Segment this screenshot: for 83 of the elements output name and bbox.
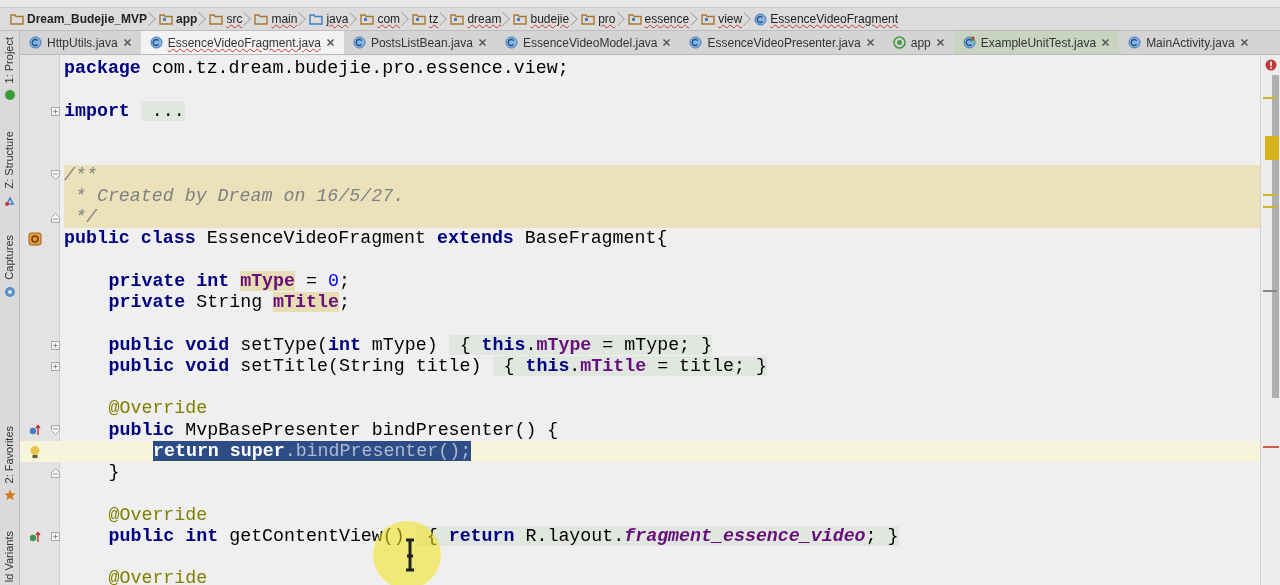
code-line: package com.tz.dream.budejie.pro.essence.view;	[64, 58, 569, 80]
breadcrumb-item[interactable]: app	[157, 8, 208, 30]
fold-marker-icon[interactable]	[50, 107, 60, 116]
tool-window-button[interactable]: 2: Favorites	[1, 425, 18, 484]
file-tab[interactable]: app	[883, 31, 954, 54]
tool-window-button[interactable]: Z: Structure	[1, 131, 18, 189]
code-line: public void setTitle(String title) { this.mTitle = title; }	[108, 355, 767, 378]
star-icon	[3, 489, 16, 502]
breadcrumb-item[interactable]: dream	[448, 8, 512, 30]
module-icon	[892, 36, 906, 49]
breadcrumb-item[interactable]: java	[307, 8, 359, 30]
tool-window-button[interactable]: Captures	[1, 234, 18, 280]
tool-window-button[interactable]: 1: Project	[1, 37, 18, 84]
close-icon[interactable]	[662, 38, 672, 47]
close-icon[interactable]	[477, 38, 487, 47]
code-line: private String mTitle;	[108, 292, 350, 314]
class-icon	[29, 36, 42, 49]
code-line: private int mType = 0;	[108, 270, 350, 293]
breadcrumb-item[interactable]: src	[207, 8, 253, 30]
file-tab[interactable]: HttpUtils.java	[20, 31, 141, 54]
error-icon[interactable]	[1264, 59, 1277, 71]
implement-icon[interactable]	[29, 530, 41, 543]
code-line: public MvpBasePresenter bindPresenter() {	[108, 419, 559, 441]
class-icon	[352, 36, 366, 49]
folder-icon	[254, 13, 269, 25]
file-tab[interactable]: ExampleUnitTest.java	[953, 31, 1120, 54]
folder-icon	[450, 13, 465, 25]
breadcrumb-item[interactable]: main	[252, 8, 308, 30]
breadcrumb-item[interactable]: tz	[410, 8, 449, 30]
folder-icon	[701, 13, 716, 25]
breadcrumb-item[interactable]: essence	[625, 8, 700, 30]
file-tab[interactable]: EssenceVideoModel.java	[495, 31, 681, 54]
breadcrumb-item[interactable]: Dream_Budejie_MVP	[8, 8, 158, 30]
fold-marker-icon[interactable]	[50, 532, 60, 541]
code-line: @Override	[108, 504, 208, 526]
code-line: public int getContentView() { return R.layout.fragment_essence_video; }	[108, 525, 899, 548]
file-tab[interactable]: EssenceVideoFragment.java	[140, 31, 344, 54]
code-line: }	[108, 462, 120, 484]
fold-marker-icon[interactable]	[50, 362, 60, 371]
folder-icon	[309, 13, 324, 25]
file-tab[interactable]: EssenceVideoPresenter.java	[680, 31, 884, 54]
folder-icon	[159, 13, 174, 25]
breadcrumb-item[interactable]: pro	[579, 8, 626, 30]
tool-window-button[interactable]: ld Variants	[1, 531, 18, 583]
breadcrumb-item[interactable]: budejie	[511, 8, 580, 30]
breadcrumb-item[interactable]: view	[699, 8, 753, 30]
fold-marker-icon[interactable]	[50, 340, 60, 350]
file-tab[interactable]: MainActivity.java	[1119, 31, 1258, 54]
file-tab[interactable]: PostsListBean.java	[343, 31, 496, 54]
folder-icon	[10, 13, 24, 25]
close-icon[interactable]	[1239, 38, 1249, 47]
close-icon[interactable]	[865, 38, 875, 47]
folder-icon	[360, 13, 375, 25]
fold-marker-icon[interactable]	[50, 425, 60, 436]
folder-icon	[209, 13, 224, 25]
close-icon[interactable]	[325, 38, 335, 47]
class-icon	[149, 36, 163, 49]
folder-icon	[412, 13, 427, 25]
folder-icon	[513, 13, 528, 25]
breadcrumb-item[interactable]: com	[358, 8, 411, 30]
folder-icon	[581, 13, 596, 25]
code-line: @Override	[108, 398, 208, 420]
code-line: public class EssenceVideoFragment extends BaseFragment{	[64, 228, 668, 250]
test-class-icon	[962, 36, 976, 49]
code-line: import ...	[64, 100, 185, 123]
close-icon[interactable]	[1101, 38, 1111, 47]
close-icon[interactable]	[122, 38, 132, 47]
class-icon	[754, 12, 768, 26]
fold-marker-icon[interactable]	[50, 170, 60, 181]
fold-marker-icon[interactable]	[50, 467, 60, 478]
camera-icon	[3, 285, 16, 298]
class-icon	[689, 36, 703, 49]
breadcrumb-item[interactable]: EssenceVideoFragment	[752, 8, 909, 30]
fold-marker-icon[interactable]	[50, 212, 60, 223]
close-icon[interactable]	[935, 38, 945, 47]
class-icon	[504, 36, 518, 49]
folder-icon	[627, 13, 642, 25]
override-icon[interactable]	[29, 424, 41, 437]
class-icon	[1128, 36, 1142, 49]
class-file-icon	[28, 232, 42, 246]
code-line: public void setType(int mType) { this.mType = mType; }	[108, 334, 713, 356]
structure-icon	[3, 194, 16, 207]
bulb-icon[interactable]	[29, 444, 41, 459]
